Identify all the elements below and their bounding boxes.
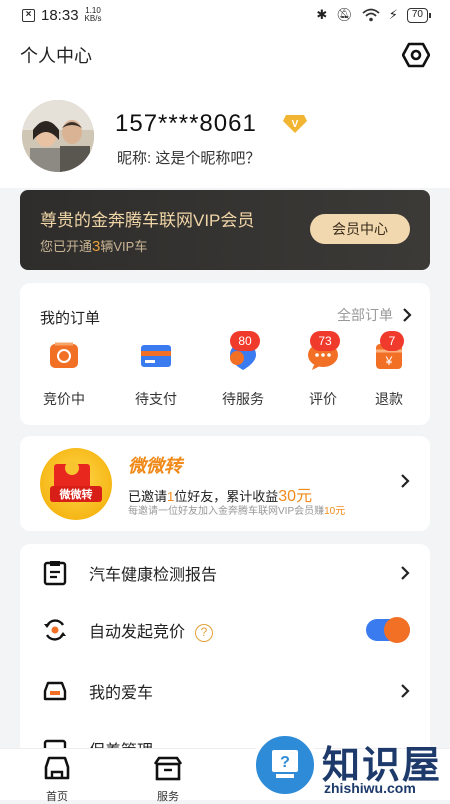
order-refund[interactable]: ¥ 7 退款 (354, 331, 424, 409)
invite-reward-amount: 10元 (324, 506, 346, 517)
order-review-badge: 73 (310, 331, 340, 351)
vip-badge-letter: V (292, 119, 299, 130)
avatar[interactable] (22, 100, 94, 172)
toggle-knob (384, 617, 410, 643)
invite-sub-pre: 每邀请一位好友加入金奔腾车联网VIP会员赚 (128, 506, 325, 517)
wallet-icon (141, 345, 171, 367)
orders-card: 我的订单 全部订单 竞价中 待支付 80 待服务 73 评价 ¥ 7 退款 (20, 283, 430, 425)
profile-section: 157****8061 V 昵称: 这是个昵称吧？ (0, 80, 450, 188)
mute-icon: 🔕︎ (336, 7, 353, 22)
order-pending-payment-label: 待支付 (135, 391, 177, 407)
order-pending-payment[interactable]: 待支付 (121, 341, 191, 409)
network-speed-unit: KB/s (84, 14, 102, 23)
bluetooth-icon: ✱ (316, 7, 328, 22)
menu-item-health-report[interactable]: 汽车健康检测报告 (20, 544, 430, 602)
auto-bid-icon (44, 619, 66, 641)
vip-subtitle: 您已开通3辆VIP车 (40, 236, 147, 255)
vip-title: 尊贵的金奔腾车联网VIP会员 (40, 211, 255, 230)
menu-item-auto-bidding: 自动发起竞价? (20, 601, 430, 659)
help-icon[interactable]: ? (195, 623, 214, 642)
vip-banner: 尊贵的金奔腾车联网VIP会员 您已开通3辆VIP车 会员中心 (20, 190, 430, 270)
wifi-icon (362, 8, 380, 22)
notification-icon: × (22, 8, 35, 22)
order-pending-service-badge: 80 (230, 331, 260, 351)
user-nickname: 昵称: 这是个昵称吧？ (117, 150, 261, 167)
invite-title: 微微转 (128, 456, 182, 476)
auto-bidding-toggle[interactable] (366, 617, 410, 643)
chevron-right-icon (401, 474, 410, 488)
svg-text:?: ? (280, 754, 290, 771)
vip-subtitle-post: 辆VIP车 (100, 239, 148, 254)
order-review-label: 评价 (309, 391, 337, 407)
menu-item-my-car[interactable]: 我的爱车 (20, 662, 430, 720)
invite-banner[interactable]: 微微转 微微转 已邀请1位好友，累计收益30元 每邀请一位好友加入金奔腾车联网V… (20, 436, 430, 531)
user-phone: 157****8061 (115, 110, 257, 137)
status-bar: × 18:33 1.10 KB/s ✱ 🔕︎ ⚡︎ 70 (0, 0, 450, 30)
all-orders-link[interactable]: 全部订单 (337, 305, 412, 325)
member-center-button[interactable]: 会员中心 (310, 214, 410, 244)
watermark: ? 知识屋 zhishiwu.com (250, 730, 450, 800)
tab-service-label: 服务 (157, 791, 179, 803)
all-orders-label: 全部订单 (337, 307, 393, 323)
bidding-icon (50, 342, 78, 368)
chevron-right-icon (403, 308, 412, 322)
order-pending-service-label: 待服务 (222, 391, 264, 407)
order-review[interactable]: 73 评价 (288, 331, 358, 409)
settings-icon[interactable] (402, 42, 430, 68)
weiweizhuan-logo: 微微转 (40, 448, 112, 520)
tab-service[interactable]: 服务 (133, 755, 203, 804)
orders-title: 我的订单 (40, 310, 101, 327)
status-time: 18:33 (41, 6, 79, 24)
menu-item-auto-bidding-label: 自动发起竞价? (89, 618, 214, 642)
home-icon (44, 756, 70, 780)
chevron-right-icon (401, 684, 410, 698)
chevron-right-icon (401, 566, 410, 580)
invite-reward-info: 每邀请一位好友加入金奔腾车联网VIP会员赚10元 (128, 502, 345, 517)
service-box-icon (153, 756, 183, 781)
page-title: 个人中心 (20, 46, 92, 66)
order-bidding-label: 竞价中 (43, 391, 85, 407)
order-pending-service[interactable]: 80 待服务 (208, 331, 278, 409)
watermark-logo: ? (252, 732, 318, 798)
svg-text:¥: ¥ (385, 354, 393, 368)
order-refund-badge: 7 (380, 331, 404, 351)
vip-subtitle-pre: 您已开通 (40, 239, 93, 254)
battery-indicator: 70 (406, 7, 432, 23)
weiweizhuan-logo-text: 微微转 (59, 487, 93, 501)
order-bidding[interactable]: 竞价中 (29, 341, 99, 409)
menu-item-my-car-label: 我的爱车 (89, 685, 154, 702)
network-speed: 1.10 KB/s (85, 7, 102, 23)
tab-home[interactable]: 首页 (22, 755, 92, 804)
order-refund-label: 退款 (375, 391, 403, 407)
page-header: 个人中心 (0, 30, 450, 80)
car-icon (43, 681, 67, 701)
watermark-url: zhishiwu.com (324, 780, 416, 796)
report-icon (43, 561, 67, 586)
menu-item-health-report-label: 汽车健康检测报告 (89, 567, 218, 584)
vip-badge-icon: V (283, 115, 307, 133)
auto-bidding-text: 自动发起竞价 (89, 624, 186, 641)
tab-home-label: 首页 (46, 791, 68, 803)
charging-icon: ⚡︎ (388, 7, 398, 22)
